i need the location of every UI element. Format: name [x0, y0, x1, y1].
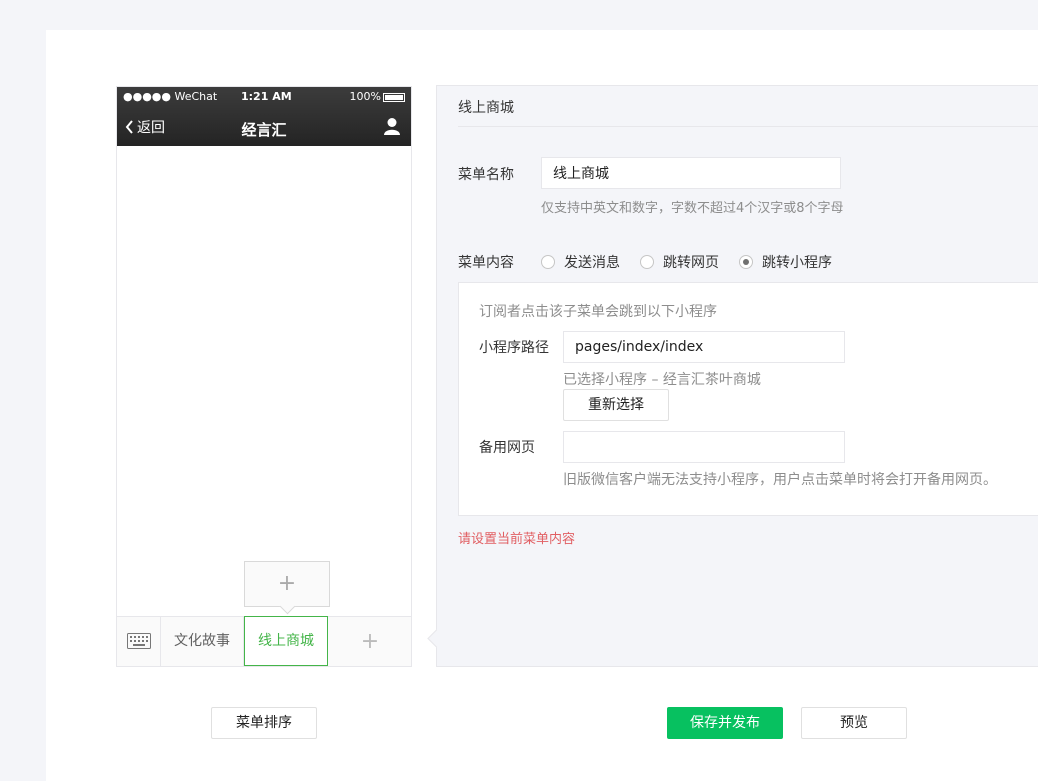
add-submenu-button[interactable]: +	[244, 561, 330, 607]
menu-item-culture-story[interactable]: 文化故事	[161, 617, 244, 666]
backup-page-input[interactable]	[563, 431, 845, 463]
path-label: 小程序路径	[479, 340, 549, 356]
reselect-button[interactable]: 重新选择	[563, 389, 669, 421]
signal-label: ●●●●● WeChat	[123, 90, 218, 103]
menu-name-hint: 仅支持中英文和数字，字数不超过4个汉字或8个字母	[541, 201, 844, 216]
radio-label: 跳转小程序	[762, 255, 832, 271]
radio-label: 跳转网页	[663, 255, 719, 271]
battery-label: 100%	[349, 90, 381, 103]
battery-icon	[383, 92, 405, 102]
radio-jump-miniprogram[interactable]: 跳转小程序	[739, 252, 832, 272]
backup-page-hint: 旧版微信客户端无法支持小程序，用户点击菜单时将会打开备用网页。	[563, 472, 997, 488]
account-title: 经言汇	[241, 121, 287, 139]
selected-miniprogram-info: 已选择小程序 – 经言汇茶叶商城	[563, 372, 761, 388]
menu-name-label: 菜单名称	[458, 167, 514, 183]
editor-panel: 线上商城 菜单名称 仅支持中英文和数字，字数不超过4个汉字或8个字母 菜单内容 …	[436, 85, 1038, 667]
battery-indicator: 100%	[350, 90, 405, 103]
menu-name-input[interactable]	[541, 157, 841, 189]
status-time: 1:21 AM	[241, 90, 292, 103]
miniprogram-path-input[interactable]	[563, 331, 845, 363]
user-icon[interactable]	[383, 117, 401, 139]
radio-jump-webpage[interactable]: 跳转网页	[640, 252, 719, 272]
radio-send-message[interactable]: 发送消息	[541, 252, 620, 272]
add-menu-button[interactable]: +	[329, 617, 411, 666]
radio-circle-icon	[541, 255, 555, 269]
divider	[458, 126, 1038, 127]
status-bar: ●●●●● WeChat 1:21 AM 100%	[117, 89, 411, 105]
phone-header: ●●●●● WeChat 1:21 AM 100% 返回 经言汇	[117, 87, 411, 146]
error-message: 请设置当前菜单内容	[458, 532, 576, 547]
radio-selected-icon	[739, 255, 753, 269]
add-submenu-symbol: +	[277, 571, 297, 596]
miniprogram-settings-box: 订阅者点击该子菜单会跳到以下小程序 小程序路径 已选择小程序 – 经言汇茶叶商城…	[458, 282, 1038, 516]
phone-nav: 返回 经言汇	[117, 111, 411, 145]
backup-page-label: 备用网页	[479, 440, 535, 456]
save-publish-button[interactable]: 保存并发布	[667, 707, 783, 739]
menu-sort-button[interactable]: 菜单排序	[211, 707, 317, 739]
phone-preview: ●●●●● WeChat 1:21 AM 100% 返回 经言汇 + 文化故事 …	[116, 86, 412, 667]
radio-circle-icon	[640, 255, 654, 269]
editor-title: 线上商城	[458, 100, 514, 116]
radio-label: 发送消息	[564, 255, 620, 271]
menu-bar: 文化故事 线上商城 +	[117, 616, 411, 666]
menu-item-online-store[interactable]: 线上商城	[244, 616, 328, 666]
preview-button[interactable]: 预览	[801, 707, 907, 739]
keyboard-icon[interactable]	[117, 617, 161, 666]
menu-content-label: 菜单内容	[458, 255, 514, 271]
box-tip: 订阅者点击该子菜单会跳到以下小程序	[479, 304, 717, 320]
